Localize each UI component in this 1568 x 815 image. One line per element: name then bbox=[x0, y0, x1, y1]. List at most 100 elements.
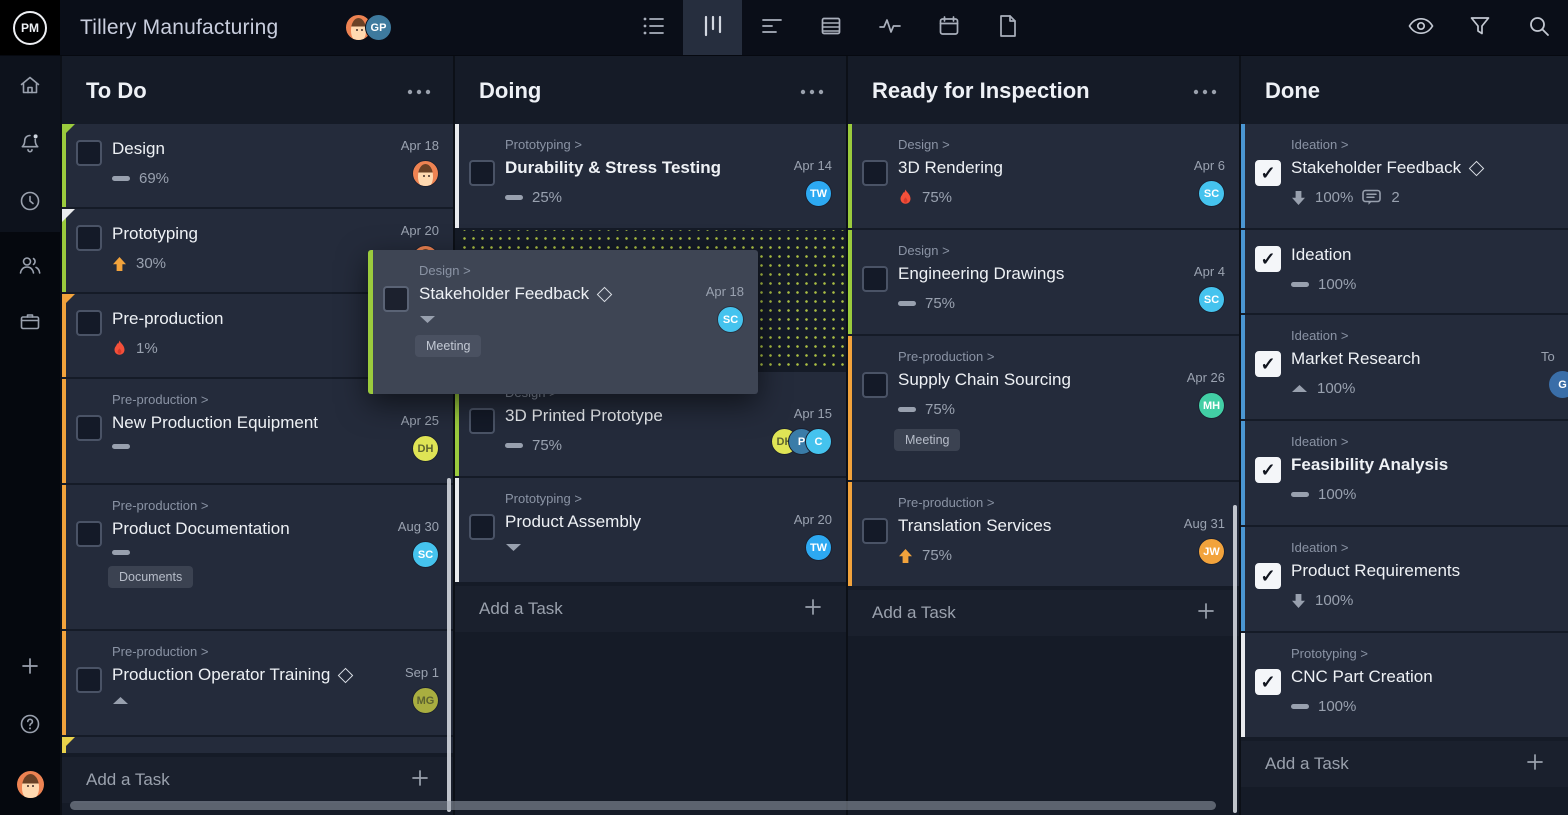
assignee-avatar: SC bbox=[1198, 286, 1225, 313]
task-checkbox[interactable] bbox=[76, 140, 102, 166]
task-card[interactable]: Design >Engineering Drawings75%Apr 4SC bbox=[848, 230, 1239, 334]
task-meta bbox=[373, 304, 758, 324]
home-icon bbox=[18, 74, 42, 101]
add-task-button[interactable]: Add a Task bbox=[62, 757, 453, 803]
sidebar-item-recent[interactable] bbox=[0, 174, 60, 232]
column-scrollbar[interactable] bbox=[447, 478, 451, 812]
task-right-meta: Aug 31JW bbox=[1184, 516, 1225, 565]
task-right-meta: Apr 14TW bbox=[794, 158, 832, 207]
task-card[interactable]: ✓Ideation >Feasibility Analysis100% bbox=[1241, 421, 1568, 525]
priority-dash-icon bbox=[505, 443, 523, 448]
task-checkbox[interactable] bbox=[76, 415, 102, 441]
due-date: Apr 14 bbox=[794, 158, 832, 173]
tab-board-view[interactable] bbox=[683, 0, 742, 55]
task-breadcrumb: Prototyping > bbox=[459, 478, 846, 506]
task-progress: 75% bbox=[532, 437, 562, 454]
priority-tri-down-icon bbox=[505, 543, 522, 552]
column-menu-button[interactable] bbox=[407, 79, 431, 102]
task-card[interactable]: ✓Ideation >Product Requirements100% bbox=[1241, 527, 1568, 631]
task-right-meta: Apr 18 bbox=[401, 138, 439, 187]
task-meta: 100% bbox=[1245, 581, 1568, 609]
task-checkbox[interactable] bbox=[862, 160, 888, 186]
task-card[interactable]: Pre-production >Supply Chain Sourcing75%… bbox=[848, 336, 1239, 480]
task-title: Durability & Stress Testing bbox=[505, 158, 721, 178]
task-checkbox[interactable] bbox=[76, 521, 102, 547]
visibility-button[interactable] bbox=[1391, 0, 1450, 55]
due-date: Apr 6 bbox=[1194, 158, 1225, 173]
task-checkbox[interactable]: ✓ bbox=[1255, 160, 1281, 186]
task-checkbox[interactable] bbox=[76, 310, 102, 336]
tab-sheet-view[interactable] bbox=[801, 0, 860, 55]
filter-button[interactable] bbox=[1450, 0, 1509, 55]
sidebar-item-help[interactable] bbox=[0, 697, 60, 755]
task-breadcrumb: Pre-production > bbox=[66, 631, 453, 659]
task-card[interactable]: Design >3D Rendering75%Apr 6SC bbox=[848, 124, 1239, 228]
app-logo[interactable]: PM bbox=[0, 0, 60, 55]
task-card[interactable]: Pre-production >Product DocumentationDoc… bbox=[62, 485, 453, 629]
task-checkbox[interactable]: ✓ bbox=[1255, 246, 1281, 272]
add-task-button[interactable]: Add a Task bbox=[1241, 741, 1568, 787]
task-breadcrumb: Pre-production > bbox=[66, 485, 453, 513]
sidebar-bottom-section bbox=[0, 639, 60, 813]
task-card[interactable]: Prototyping >Durability & Stress Testing… bbox=[455, 124, 846, 228]
task-checkbox[interactable] bbox=[469, 514, 495, 540]
horizontal-scrollbar[interactable] bbox=[70, 801, 1216, 810]
task-checkbox[interactable] bbox=[469, 160, 495, 186]
task-title-row: Translation Services bbox=[852, 510, 1239, 536]
search-button[interactable] bbox=[1509, 0, 1568, 55]
visibility-icon bbox=[1408, 17, 1434, 38]
sidebar-item-portfolio[interactable] bbox=[0, 295, 60, 351]
sidebar-item-home[interactable] bbox=[0, 58, 60, 116]
column-header: Ready for Inspection bbox=[848, 55, 1239, 118]
task-checkbox[interactable] bbox=[76, 667, 102, 693]
sidebar-item-team[interactable] bbox=[0, 239, 60, 295]
task-title: Stakeholder Feedback bbox=[1291, 158, 1461, 178]
priority-arrow-up-icon bbox=[112, 256, 127, 272]
task-checkbox[interactable] bbox=[862, 518, 888, 544]
add-task-button[interactable]: Add a Task bbox=[848, 590, 1239, 636]
task-title: Prototyping bbox=[112, 224, 198, 244]
priority-flame-icon bbox=[898, 189, 913, 206]
add-task-button[interactable]: Add a Task bbox=[455, 586, 846, 632]
task-checkbox[interactable]: ✓ bbox=[1255, 457, 1281, 483]
tab-gantt-view[interactable] bbox=[742, 0, 801, 55]
task-checkbox[interactable] bbox=[76, 225, 102, 251]
task-card[interactable]: ✓Ideation >Stakeholder Feedback100%2 bbox=[1241, 124, 1568, 228]
task-checkbox[interactable]: ✓ bbox=[1255, 351, 1281, 377]
sidebar-user-avatar[interactable] bbox=[0, 755, 60, 813]
column-menu-button[interactable] bbox=[1193, 79, 1217, 102]
task-title-row: Supply Chain Sourcing bbox=[852, 364, 1239, 390]
column-menu-button[interactable] bbox=[800, 79, 824, 102]
due-date: Apr 20 bbox=[401, 223, 439, 238]
tab-activity-view[interactable] bbox=[860, 0, 919, 55]
task-card[interactable]: Pre-production >Translation Services75%A… bbox=[848, 482, 1239, 586]
task-checkbox[interactable] bbox=[862, 266, 888, 292]
task-checkbox[interactable] bbox=[383, 286, 409, 312]
assignee-avatar: MG bbox=[412, 687, 439, 714]
task-card[interactable]: ✓Ideation >Market Research100%ToG bbox=[1241, 315, 1568, 419]
task-card-partial[interactable] bbox=[62, 737, 453, 753]
task-card[interactable]: ✓Prototyping >CNC Part Creation100% bbox=[1241, 633, 1568, 737]
due-date: Apr 18 bbox=[706, 284, 744, 299]
task-card[interactable]: Pre-production >Production Operator Trai… bbox=[62, 631, 453, 735]
tab-list-view[interactable] bbox=[624, 0, 683, 55]
task-checkbox[interactable]: ✓ bbox=[1255, 563, 1281, 589]
column-scrollbar[interactable] bbox=[1233, 505, 1237, 813]
project-member-avatars[interactable]: GP bbox=[352, 14, 392, 41]
task-checkbox[interactable] bbox=[862, 372, 888, 398]
dragged-task-card[interactable]: Design >Stakeholder FeedbackMeetingApr 1… bbox=[368, 250, 758, 394]
task-card[interactable]: Prototyping >Product AssemblyApr 20TW bbox=[455, 478, 846, 582]
task-card[interactable]: ✓Ideation100% bbox=[1241, 230, 1568, 313]
priority-dash-icon bbox=[112, 176, 130, 181]
task-card[interactable]: Design69%Apr 18 bbox=[62, 124, 453, 207]
board-column-doing: DoingPrototyping >Durability & Stress Te… bbox=[453, 55, 846, 815]
sidebar-item-add[interactable] bbox=[0, 639, 60, 697]
task-meta: 100% bbox=[1245, 369, 1568, 397]
tab-calendar-view[interactable] bbox=[919, 0, 978, 55]
tab-files-view[interactable] bbox=[978, 0, 1037, 55]
task-checkbox[interactable] bbox=[469, 408, 495, 434]
task-card[interactable]: Pre-production >New Production Equipment… bbox=[62, 379, 453, 483]
task-title-row: Design bbox=[66, 124, 453, 159]
sidebar-item-notifications[interactable] bbox=[0, 116, 60, 174]
task-checkbox[interactable]: ✓ bbox=[1255, 669, 1281, 695]
